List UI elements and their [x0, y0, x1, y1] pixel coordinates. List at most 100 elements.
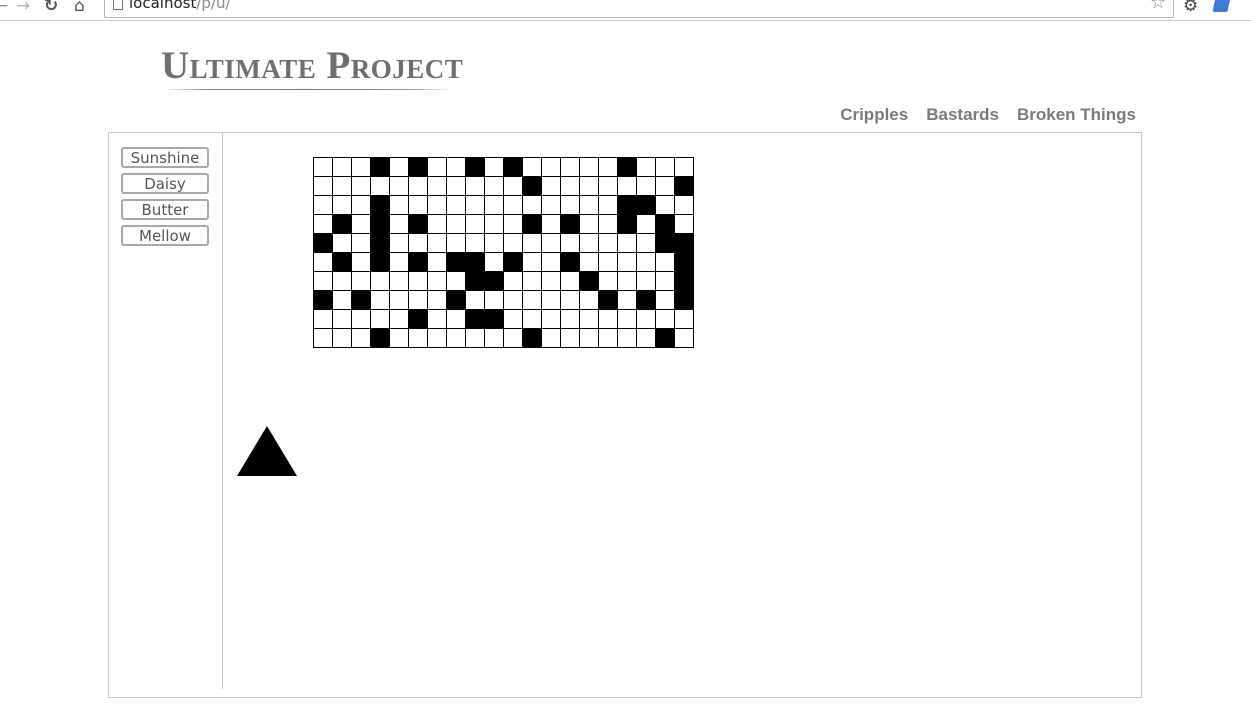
grid-cell[interactable]: [579, 252, 599, 272]
grid-cell[interactable]: [598, 328, 618, 348]
grid-cell[interactable]: [598, 309, 618, 329]
grid-cell[interactable]: [617, 176, 637, 196]
grid-cell[interactable]: [446, 271, 466, 291]
grid-cell[interactable]: [636, 309, 656, 329]
grid-cell[interactable]: [427, 176, 447, 196]
nav-link-bastards[interactable]: Bastards: [926, 104, 999, 126]
grid-cell[interactable]: [427, 309, 447, 329]
grid-cell[interactable]: [427, 157, 447, 177]
grid-cell[interactable]: [446, 233, 466, 253]
grid-cell[interactable]: [484, 328, 504, 348]
grid-cell[interactable]: [446, 195, 466, 215]
grid-cell[interactable]: [617, 328, 637, 348]
grid-cell[interactable]: [598, 195, 618, 215]
grid-cell[interactable]: [579, 195, 599, 215]
grid-cell[interactable]: [484, 309, 504, 329]
grid-cell[interactable]: [655, 233, 675, 253]
home-icon[interactable]: ⌂: [74, 0, 85, 16]
grid-cell[interactable]: [427, 290, 447, 310]
grid-cell[interactable]: [465, 233, 485, 253]
grid-cell[interactable]: [560, 328, 580, 348]
grid-cell[interactable]: [484, 290, 504, 310]
grid-cell[interactable]: [351, 233, 371, 253]
grid-cell[interactable]: [313, 176, 333, 196]
grid-cell[interactable]: [598, 252, 618, 272]
grid-cell[interactable]: [617, 290, 637, 310]
grid-cell[interactable]: [503, 290, 523, 310]
grid-cell[interactable]: [351, 195, 371, 215]
grid-cell[interactable]: [655, 309, 675, 329]
grid-cell[interactable]: [579, 290, 599, 310]
grid-cell[interactable]: [674, 271, 694, 291]
grid-cell[interactable]: [522, 328, 542, 348]
grid-cell[interactable]: [332, 328, 352, 348]
grid-cell[interactable]: [427, 252, 447, 272]
grid-cell[interactable]: [674, 309, 694, 329]
extension-icon[interactable]: [1212, 0, 1231, 12]
grid-cell[interactable]: [674, 290, 694, 310]
grid-cell[interactable]: [598, 157, 618, 177]
mellow-button[interactable]: Mellow: [121, 225, 209, 246]
grid-cell[interactable]: [484, 214, 504, 234]
grid-cell[interactable]: [351, 157, 371, 177]
grid-cell[interactable]: [351, 290, 371, 310]
grid-cell[interactable]: [370, 309, 390, 329]
grid-cell[interactable]: [503, 214, 523, 234]
grid-cell[interactable]: [313, 214, 333, 234]
grid-cell[interactable]: [484, 252, 504, 272]
grid-cell[interactable]: [579, 328, 599, 348]
grid-cell[interactable]: [522, 309, 542, 329]
grid-cell[interactable]: [370, 328, 390, 348]
grid-cell[interactable]: [370, 252, 390, 272]
nav-link-cripples[interactable]: Cripples: [840, 104, 908, 126]
extension-icon[interactable]: ⚙: [1183, 0, 1198, 16]
grid-cell[interactable]: [465, 176, 485, 196]
grid-cell[interactable]: [522, 195, 542, 215]
address-bar[interactable]: localhost/p/u/ ☆: [104, 0, 1174, 18]
grid-cell[interactable]: [522, 233, 542, 253]
grid-cell[interactable]: [446, 328, 466, 348]
grid-cell[interactable]: [389, 157, 409, 177]
grid-cell[interactable]: [560, 176, 580, 196]
grid-cell[interactable]: [636, 157, 656, 177]
grid-cell[interactable]: [579, 176, 599, 196]
grid-cell[interactable]: [503, 328, 523, 348]
grid-cell[interactable]: [389, 252, 409, 272]
grid-cell[interactable]: [465, 252, 485, 272]
grid-cell[interactable]: [560, 271, 580, 291]
grid-cell[interactable]: [351, 328, 371, 348]
grid-cell[interactable]: [370, 176, 390, 196]
grid-cell[interactable]: [655, 271, 675, 291]
grid-cell[interactable]: [408, 309, 428, 329]
grid-cell[interactable]: [389, 233, 409, 253]
grid-cell[interactable]: [313, 309, 333, 329]
grid-cell[interactable]: [427, 233, 447, 253]
grid-cell[interactable]: [389, 195, 409, 215]
grid-cell[interactable]: [408, 328, 428, 348]
grid-cell[interactable]: [503, 252, 523, 272]
grid-cell[interactable]: [332, 176, 352, 196]
grid-cell[interactable]: [465, 157, 485, 177]
grid-cell[interactable]: [636, 176, 656, 196]
grid-cell[interactable]: [446, 157, 466, 177]
grid-cell[interactable]: [560, 290, 580, 310]
grid-cell[interactable]: [370, 271, 390, 291]
grid-cell[interactable]: [541, 271, 561, 291]
grid-cell[interactable]: [427, 214, 447, 234]
grid-cell[interactable]: [332, 214, 352, 234]
grid-cell[interactable]: [408, 157, 428, 177]
grid-cell[interactable]: [674, 176, 694, 196]
grid-cell[interactable]: [313, 290, 333, 310]
grid-cell[interactable]: [465, 328, 485, 348]
grid-cell[interactable]: [598, 271, 618, 291]
grid-cell[interactable]: [389, 328, 409, 348]
grid-cell[interactable]: [389, 309, 409, 329]
grid-cell[interactable]: [655, 157, 675, 177]
grid-cell[interactable]: [598, 176, 618, 196]
grid-cell[interactable]: [389, 214, 409, 234]
grid-cell[interactable]: [446, 309, 466, 329]
grid-cell[interactable]: [408, 195, 428, 215]
grid-cell[interactable]: [617, 271, 637, 291]
grid-cell[interactable]: [332, 233, 352, 253]
grid-cell[interactable]: [370, 157, 390, 177]
